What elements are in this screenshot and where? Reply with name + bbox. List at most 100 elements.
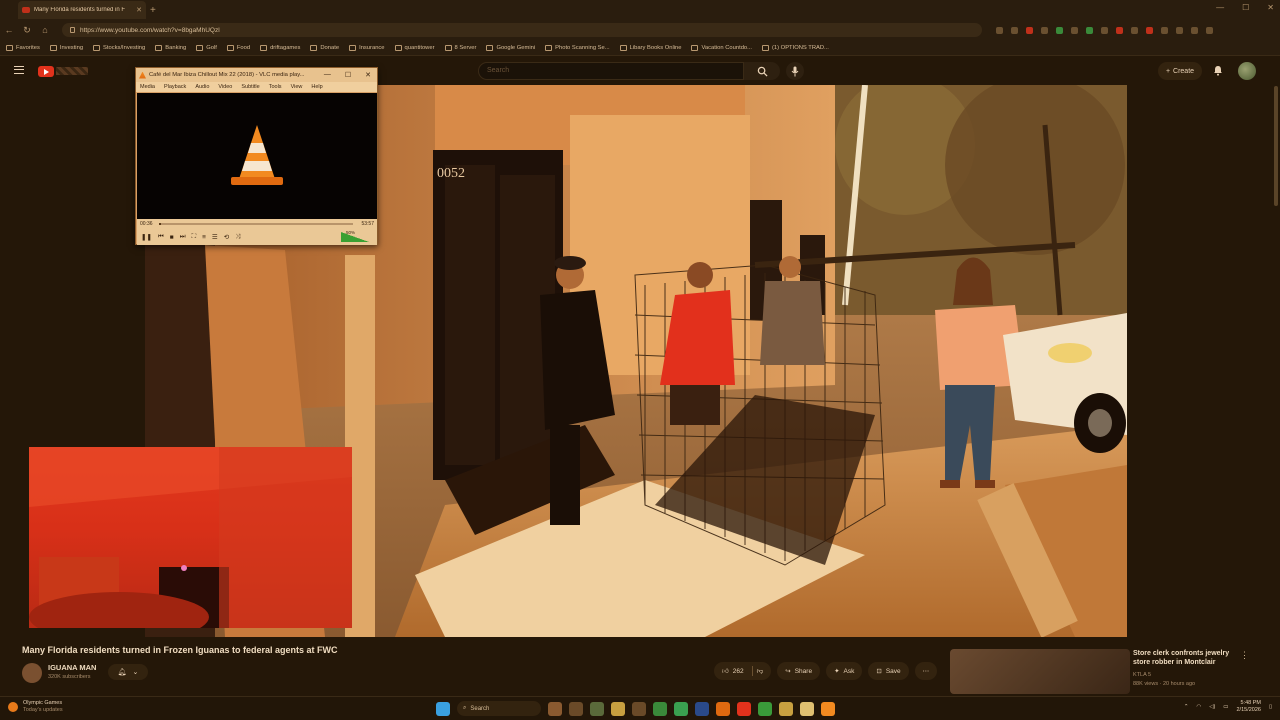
- wifi-icon[interactable]: ◠: [1196, 704, 1201, 710]
- bookmark-item[interactable]: (1) OPTIONS TRAD...: [761, 44, 829, 51]
- youtube-logo-icon[interactable]: [38, 66, 54, 77]
- create-button[interactable]: + Create: [1158, 62, 1202, 80]
- save-button[interactable]: ⊡ Save: [868, 662, 909, 680]
- playlist-icon[interactable]: ☰: [212, 233, 218, 241]
- back-icon[interactable]: ←: [0, 25, 18, 35]
- close-icon[interactable]: ✕: [365, 71, 371, 79]
- channel-avatar[interactable]: [22, 663, 42, 683]
- new-tab-button[interactable]: +: [150, 5, 156, 16]
- like-button[interactable]: 👍︎ 262 👎︎: [714, 662, 772, 680]
- bookmark-item[interactable]: Insurance: [349, 44, 385, 51]
- extension-icon[interactable]: [1176, 26, 1183, 34]
- voice-search-button[interactable]: [786, 62, 804, 80]
- extension-icon[interactable]: [1191, 26, 1198, 34]
- extension-icon[interactable]: [1041, 26, 1048, 34]
- bookmark-item[interactable]: Golf: [196, 44, 217, 51]
- ask-button[interactable]: ✦ Ask: [826, 662, 863, 680]
- url-bar[interactable]: https://www.youtube.com/watch?v=8bgaMhUQ…: [62, 23, 982, 37]
- recommended-more-icon[interactable]: ⋮: [1240, 650, 1249, 661]
- file-explorer-icon[interactable]: [548, 701, 562, 716]
- volume-icon[interactable]: ◁): [1209, 704, 1215, 710]
- settings-icon[interactable]: [569, 701, 583, 716]
- close-window-icon[interactable]: ✕: [1267, 3, 1274, 12]
- vlc-titlebar[interactable]: Café del Mar Ibiza Chillout Mix 22 (2018…: [136, 68, 377, 82]
- more-actions-button[interactable]: ⋯: [914, 662, 938, 680]
- equalizer-icon[interactable]: ≡: [202, 234, 206, 241]
- loop-icon[interactable]: ⟲: [224, 233, 229, 241]
- recommended-video[interactable]: [950, 649, 1130, 694]
- close-tab-icon[interactable]: ✕: [136, 6, 142, 14]
- vlc-seekbar[interactable]: 00:36 53:57: [137, 219, 377, 229]
- bookmark-item[interactable]: Banking: [155, 44, 186, 51]
- extension-icon[interactable]: [1011, 26, 1018, 34]
- extension-icon[interactable]: [996, 26, 1003, 34]
- bookmark-item[interactable]: Stocks/Investing: [93, 44, 145, 51]
- bookmark-item[interactable]: Favorites: [6, 44, 40, 51]
- notifications-button[interactable]: [1212, 64, 1224, 76]
- folder-icon[interactable]: [611, 701, 625, 716]
- page-scrollbar[interactable]: [1274, 86, 1278, 206]
- extension-icon[interactable]: [1131, 26, 1138, 34]
- subscription-bell-button[interactable]: 🔔︎ ⌄: [108, 664, 148, 680]
- recommended-thumbnail[interactable]: [950, 649, 1130, 694]
- bookmark-item[interactable]: 8 Server: [444, 44, 476, 51]
- next-icon[interactable]: ⏭: [180, 233, 186, 241]
- extension-icon[interactable]: [1161, 26, 1168, 34]
- minimize-icon[interactable]: —: [324, 71, 331, 79]
- bookmark-item[interactable]: driftagames: [260, 44, 300, 51]
- extension-icon[interactable]: [1146, 26, 1153, 34]
- bookmark-item[interactable]: Photo Scanning Se...: [545, 44, 610, 51]
- app-icon[interactable]: [632, 701, 646, 716]
- home-icon[interactable]: ⌂: [36, 25, 54, 35]
- extension-icon[interactable]: [1026, 26, 1033, 34]
- clock[interactable]: 5:48 PM 2/15/2026: [1237, 700, 1261, 714]
- start-icon[interactable]: [436, 701, 450, 716]
- previous-icon[interactable]: ⏮: [158, 233, 164, 241]
- maximize-icon[interactable]: ☐: [345, 71, 351, 79]
- recommended-title[interactable]: Store clerk confronts jewelry store robb…: [1133, 649, 1243, 667]
- bookmark-item[interactable]: Vacation Countdo...: [691, 44, 752, 51]
- profile-icon[interactable]: [1206, 26, 1213, 34]
- firefox-icon[interactable]: [716, 701, 730, 716]
- channel-name[interactable]: IGUANA MAN: [48, 663, 96, 672]
- app-icon[interactable]: [590, 701, 604, 716]
- vlc-menu-audio[interactable]: Audio: [195, 84, 209, 90]
- extension-icon[interactable]: [1056, 26, 1063, 34]
- volume-slider[interactable]: [341, 232, 369, 242]
- app-icon[interactable]: [800, 701, 814, 716]
- share-button[interactable]: ↪ Share: [777, 662, 821, 680]
- bookmark-item[interactable]: Investing: [49, 44, 83, 51]
- account-avatar[interactable]: [1238, 62, 1256, 80]
- app-icon[interactable]: [653, 701, 667, 716]
- extension-icon[interactable]: [1086, 26, 1093, 34]
- extension-icon[interactable]: [1116, 26, 1123, 34]
- bookmark-item[interactable]: quantitower: [394, 44, 435, 51]
- search-input[interactable]: Search: [478, 62, 744, 80]
- bookmark-item[interactable]: Food: [226, 44, 250, 51]
- vlc-taskbar-icon[interactable]: [821, 701, 835, 716]
- vlc-menu-view[interactable]: View: [291, 84, 303, 90]
- search-button[interactable]: [744, 62, 780, 80]
- maximize-icon[interactable]: ☐: [1242, 3, 1249, 12]
- chevron-up-icon[interactable]: ⌃: [1184, 704, 1189, 710]
- battery-icon[interactable]: ▭: [1223, 704, 1228, 710]
- vlc-menu-subtitle[interactable]: Subtitle: [241, 84, 259, 90]
- browser-tab[interactable]: Many Florida residents turned in F ✕: [18, 1, 146, 19]
- vlc-menu-video[interactable]: Video: [218, 84, 232, 90]
- menu-icon[interactable]: [14, 66, 24, 74]
- app-icon[interactable]: [779, 701, 793, 716]
- bookmark-item[interactable]: Donate: [310, 44, 339, 51]
- vlc-menu-playback[interactable]: Playback: [164, 84, 186, 90]
- extension-icon[interactable]: [1101, 26, 1108, 34]
- stop-icon[interactable]: ■: [170, 234, 174, 241]
- weather-widget[interactable]: Olympic Games Today's updates: [8, 700, 63, 714]
- vlc-menu-tools[interactable]: Tools: [269, 84, 282, 90]
- refresh-icon[interactable]: ↻: [18, 25, 36, 36]
- app-icon[interactable]: [758, 701, 772, 716]
- thumbs-down-icon[interactable]: 👎︎: [757, 667, 764, 675]
- brave-icon[interactable]: [737, 701, 751, 716]
- taskbar-search[interactable]: ⌕ Search: [457, 701, 541, 716]
- notification-icon[interactable]: ▯: [1269, 704, 1272, 710]
- bookmark-item[interactable]: Google Gemini: [486, 44, 535, 51]
- app-icon[interactable]: [695, 701, 709, 716]
